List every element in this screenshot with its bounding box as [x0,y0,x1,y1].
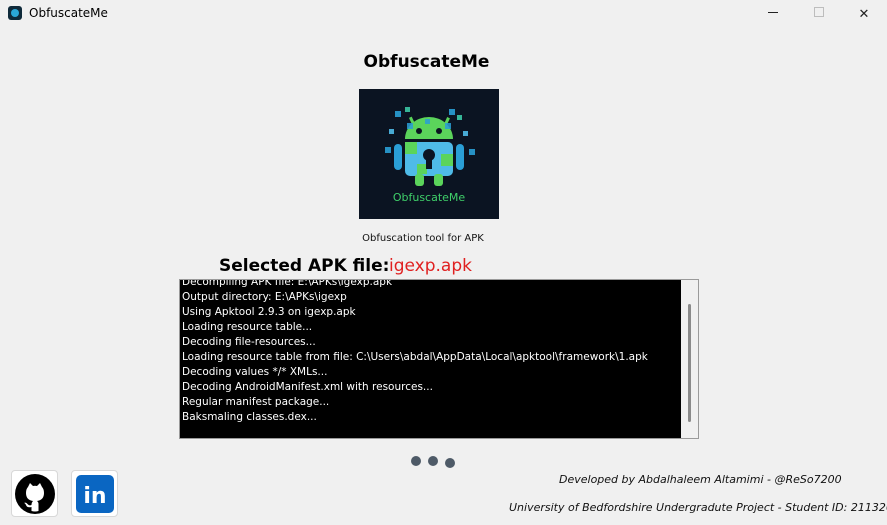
developer-credit: Developed by Abdalhaleem Altamimi - @ReS… [559,473,842,486]
log-line: Loading resource table from file: C:\Use… [182,351,648,363]
page-title: ObfuscateMe [363,52,490,72]
minimize-button[interactable] [750,0,796,28]
linkedin-button[interactable]: in [71,470,118,517]
loading-indicator [411,455,461,469]
minimize-icon [768,11,778,13]
log-line: Decoding file-resources... [182,336,316,348]
console-output[interactable]: Decompiling APK file: E:\APKs\igexp.apk … [179,279,699,439]
logo-caption: Obfuscation tool for APK [362,233,484,244]
github-button[interactable] [11,470,58,517]
window-title: ObfuscateMe [29,6,108,20]
maximize-button[interactable] [796,0,842,28]
selected-apk-label: Selected APK file: [219,256,390,276]
console-lines: Decompiling APK file: E:\APKs\igexp.apk … [182,279,677,425]
log-line: Using Apktool 2.9.3 on igexp.apk [182,306,356,318]
linkedin-icon: in [75,474,114,513]
logo-text: ObfuscateMe [393,191,466,204]
github-icon [14,473,55,514]
maximize-icon [814,7,824,17]
loading-dot [445,458,455,468]
log-line: Output directory: E:\APKs\igexp [182,291,347,303]
android-lock-logo: ObfuscateMe [359,89,499,219]
log-line: Baksmaling classes.dex... [182,411,317,423]
app-logo: ObfuscateMe [359,89,499,219]
loading-dot [411,456,421,466]
scrollbar-thumb[interactable] [688,304,691,422]
log-line: Regular manifest package... [182,396,330,408]
log-line: Loading resource table... [182,321,313,333]
selected-apk-value: igexp.apk [389,256,472,276]
app-icon [8,6,22,20]
loading-dot [428,456,438,466]
log-line: Decoding AndroidManifest.xml with resour… [182,381,433,393]
console-scrollbar[interactable] [681,280,698,438]
close-button[interactable]: ✕ [841,0,887,28]
svg-text:in: in [83,484,106,509]
log-line: Decoding values */* XMLs... [182,366,328,378]
title-bar: ObfuscateMe ✕ [0,0,887,28]
project-credit: University of Bedfordshire Undergradute … [509,501,887,514]
log-line: Decompiling APK file: E:\APKs\igexp.apk [182,279,393,288]
